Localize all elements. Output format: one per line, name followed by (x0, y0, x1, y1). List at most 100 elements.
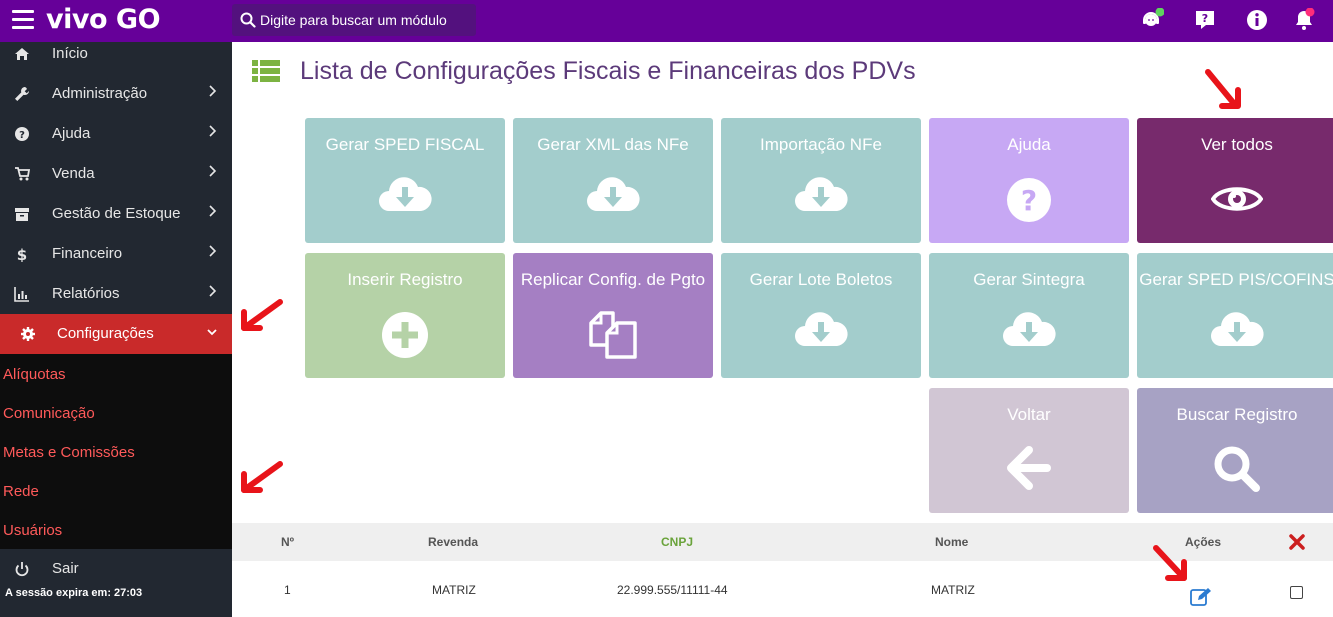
sidebar-item-label: Ajuda (52, 125, 91, 142)
support-agent-icon[interactable] (1140, 8, 1164, 32)
buscar-registro-button[interactable]: Buscar Registro (1137, 388, 1333, 513)
gerar-sintegra-button[interactable]: Gerar Sintegra (929, 253, 1129, 378)
column-header-numero[interactable]: Nº (281, 535, 294, 549)
cloud-download-icon (379, 177, 432, 211)
inserir-registro-button[interactable]: Inserir Registro (305, 253, 505, 378)
tile-label: Gerar SPED PIS/COFINS (1139, 270, 1333, 289)
submenu-item-aliquotas[interactable]: Alíquotas (3, 366, 66, 383)
sidebar-item-ajuda[interactable]: ? Ajuda (0, 114, 232, 154)
sidebar-item-label: Financeiro (52, 245, 123, 262)
sidebar-item-financeiro[interactable]: $ Financeiro (0, 234, 232, 274)
cell-numero: 1 (284, 583, 291, 597)
replicar-config-pgto-button[interactable]: Replicar Config. de Pgto (513, 253, 713, 378)
tile-label: Ver todos (1201, 135, 1273, 154)
archive-icon (15, 208, 29, 221)
chevron-right-icon (209, 125, 217, 137)
ajuda-button[interactable]: Ajuda ? (929, 118, 1129, 243)
info-icon[interactable] (1245, 8, 1269, 32)
column-header-nome[interactable]: Nome (935, 535, 968, 549)
voltar-button[interactable]: Voltar (929, 388, 1129, 513)
sidebar-item-gestao-de-estoque[interactable]: Gestão de Estoque (0, 194, 232, 234)
chevron-down-icon (207, 329, 217, 336)
sidebar-item-label: Início (52, 45, 88, 62)
edit-icon[interactable] (1190, 587, 1212, 607)
submenu-item-metas-e-comissoes[interactable]: Metas e Comissões (3, 444, 135, 461)
module-search-box[interactable] (232, 4, 476, 36)
svg-text:?: ? (1021, 184, 1037, 217)
search-input[interactable] (260, 4, 472, 36)
chevron-right-icon (209, 205, 217, 217)
cloud-download-icon (1211, 312, 1264, 346)
sidebar-item-administracao[interactable]: Administração (0, 74, 232, 114)
copy-icon (589, 311, 637, 359)
question-circle-icon: ? (15, 127, 29, 141)
sidebar-item-label: Configurações (57, 325, 154, 342)
annotation-arrow-icon (1205, 69, 1241, 109)
annotation-arrow-icon (241, 299, 283, 331)
home-icon (15, 48, 29, 60)
tile-label: Voltar (1007, 405, 1051, 424)
sidebar-item-label: Relatórios (52, 285, 120, 302)
cloud-download-icon (587, 177, 640, 211)
chevron-right-icon (209, 245, 217, 257)
sidebar-item-label: Gestão de Estoque (52, 205, 181, 222)
submenu-item-rede[interactable]: Rede (3, 483, 39, 500)
cart-icon (15, 167, 30, 181)
column-header-cnpj[interactable]: CNPJ (661, 535, 693, 549)
notification-bell-icon[interactable] (1292, 8, 1316, 32)
submenu-item-usuarios[interactable]: Usuários (3, 522, 62, 539)
sidebar-item-label: Sair (52, 560, 79, 577)
search-icon (1214, 446, 1260, 492)
sidebar-item-relatorios[interactable]: Relatórios (0, 274, 232, 314)
sidebar-item-venda[interactable]: Venda (0, 154, 232, 194)
page-title: Lista de Configurações Fiscais e Finance… (300, 57, 916, 85)
logo: vivo GO (46, 4, 161, 35)
tile-label: Gerar Sintegra (973, 270, 1085, 289)
delete-selected-icon[interactable] (1289, 534, 1305, 550)
row-select-checkbox[interactable] (1290, 586, 1303, 599)
svg-text:$: $ (17, 246, 27, 262)
cloud-download-icon (795, 312, 848, 346)
annotation-arrow-icon (1153, 545, 1187, 581)
svg-text:?: ? (1202, 12, 1208, 25)
sidebar-item-label: Venda (52, 165, 95, 182)
search-icon (240, 12, 256, 28)
list-icon (252, 60, 280, 82)
sidebar-item-label: Administração (52, 85, 148, 102)
chevron-right-icon (209, 165, 217, 177)
gerar-xml-nfe-button[interactable]: Gerar XML das NFe (513, 118, 713, 243)
tile-label: Buscar Registro (1176, 405, 1298, 424)
question-circle-icon: ? (1007, 178, 1051, 222)
tile-label: Replicar Config. de Pgto (520, 270, 706, 289)
dollar-icon: $ (17, 246, 27, 262)
submenu-item-comunicacao[interactable]: Comunicação (3, 405, 95, 422)
sidebar-item-inicio[interactable]: Início (0, 34, 232, 74)
tile-label: Gerar XML das NFe (537, 135, 689, 154)
chevron-right-icon (209, 285, 217, 297)
gerar-sped-pis-cofins-button[interactable]: Gerar SPED PIS/COFINS (1137, 253, 1333, 378)
gerar-sped-fiscal-button[interactable]: Gerar SPED FISCAL (305, 118, 505, 243)
importacao-nfe-button[interactable]: Importação NFe (721, 118, 921, 243)
tile-label: Gerar Lote Boletos (749, 270, 893, 289)
help-question-icon[interactable]: ? (1193, 8, 1217, 32)
ver-todos-button[interactable]: Ver todos (1137, 118, 1333, 243)
cell-revenda: MATRIZ (432, 583, 476, 597)
cloud-download-icon (1003, 312, 1056, 346)
bar-chart-icon (14, 287, 29, 302)
wrench-icon (15, 87, 29, 101)
cell-cnpj: 22.999.555/11111-44 (617, 583, 728, 597)
svg-text:?: ? (19, 130, 25, 141)
power-icon (15, 562, 29, 577)
menu-toggle-icon[interactable] (12, 10, 34, 30)
tile-label: Gerar SPED FISCAL (325, 135, 485, 154)
sidebar-item-configuracoes[interactable]: Configurações (0, 314, 232, 354)
gear-icon (21, 327, 35, 341)
sidebar-item-sair[interactable]: Sair (0, 549, 232, 589)
plus-circle-icon (382, 312, 428, 358)
tile-label: Importação NFe (760, 135, 882, 154)
gerar-lote-boletos-button[interactable]: Gerar Lote Boletos (721, 253, 921, 378)
eye-icon (1211, 187, 1263, 211)
tile-label: Inserir Registro (347, 270, 463, 289)
column-header-revenda[interactable]: Revenda (428, 535, 478, 549)
annotation-arrow-icon (241, 461, 283, 493)
